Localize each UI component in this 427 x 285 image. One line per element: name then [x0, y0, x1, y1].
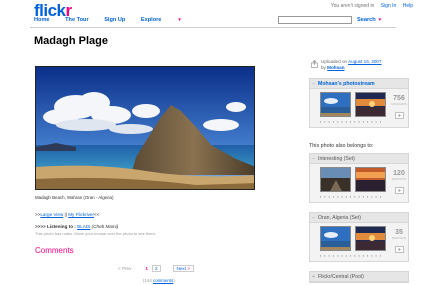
song-link[interactable]: BLADI	[77, 224, 90, 229]
flickr-photo-page: flickr You aren't signed in Sign In Help…	[0, 0, 427, 285]
pool-title[interactable]: Flickr/Central (Pool)	[318, 274, 364, 280]
thumbnail-image	[356, 93, 385, 116]
count-number: 35	[395, 229, 403, 236]
count-unit: UPLOADS	[391, 102, 407, 106]
chevron-right-icon: >	[187, 266, 190, 271]
main-nav: Home The Tour Sign Up Explore ▼	[34, 17, 210, 23]
thumbnail-image	[356, 168, 385, 191]
belongs-heading: This photo also belongs to:	[309, 143, 374, 149]
chevron-down-icon: ▼	[177, 17, 182, 22]
prev-page: < Prev	[118, 266, 132, 271]
panel-header[interactable]: − Mohsan's photostream	[310, 79, 408, 89]
photo-caption: Madagh Beach, Wahran (Oran - Algeria)	[35, 195, 114, 200]
pool-panel-flickr-central: + Flickr/Central (Pool)	[309, 271, 409, 283]
thumbnail-image	[321, 227, 350, 250]
chevron-down-icon: ▼	[377, 17, 383, 22]
panel-header[interactable]: − Interesting (Set)	[310, 154, 408, 164]
next-label: Next	[176, 266, 186, 271]
uploaded-prefix: Uploaded on	[321, 59, 349, 64]
comments-heading: Comments	[35, 246, 74, 255]
count-number: 756	[393, 95, 405, 102]
signed-out-text: You aren't signed in	[330, 3, 375, 9]
comment-count: (144 comments)	[143, 278, 175, 283]
panel-body: ▪ ▪ ▪ ▪ ▪ ▪ ▪ ▪ ▪ ▪ ▪ ▪ ▪ ▪ ▪ 120 PHOTOS	[310, 164, 408, 202]
comments-link[interactable]: comments	[153, 278, 173, 283]
thumbnail-prev[interactable]	[320, 167, 351, 192]
photostream-panel: − Mohsan's photostream ▪ ▪ ▪ ▪ ▪ ▪ ▪ ▪ ▪ …	[309, 78, 409, 128]
panel-header[interactable]: − Oran, Algeria (Set)	[310, 213, 408, 223]
upload-info: Uploaded on August 16, 2007 by Mohsan	[310, 59, 382, 71]
search-button[interactable]: Search ▼	[357, 17, 382, 23]
photo-title: Madagh Plage	[34, 35, 108, 47]
set-count: 120 PHOTOS	[390, 170, 408, 199]
uploader-link[interactable]: Mohsan	[327, 65, 344, 70]
sign-in-link[interactable]: Sign In	[381, 3, 397, 9]
nav-the-tour[interactable]: The Tour	[65, 17, 89, 23]
set-count: 35 PHOTOS	[390, 229, 408, 258]
my-flickriver-link[interactable]: My Flickriver	[68, 212, 94, 217]
count-unit: PHOTOS	[392, 236, 406, 240]
artist-name: (Cheb Mami)	[90, 224, 119, 229]
count-prefix: (144	[143, 278, 154, 283]
listening-line: >>>> Listening to : BLADI (Cheb Mami)	[35, 224, 118, 229]
photostream-count: 756 UPLOADS	[390, 95, 408, 124]
thumbnail-next[interactable]	[355, 167, 386, 192]
help-link[interactable]: Help	[403, 3, 413, 9]
slideshow-icon[interactable]	[394, 187, 404, 194]
thumbnail-next[interactable]	[355, 92, 386, 117]
count-suffix: )	[173, 278, 175, 283]
panel-body: ▪ ▪ ▪ ▪ ▪ ▪ ▪ ▪ ▪ ▪ ▪ ▪ ▪ ▪ ▪ 35 PHOTOS	[310, 223, 408, 261]
count-number: 120	[393, 170, 405, 177]
comments-pager: < Prev 1 2 Next >	[118, 265, 194, 272]
nav-sign-up[interactable]: Sign Up	[104, 17, 125, 23]
photostream-title[interactable]: Mohsan's photostream	[318, 81, 375, 87]
set-panel-oran: − Oran, Algeria (Set) ▪ ▪ ▪ ▪ ▪ ▪ ▪ ▪ ▪ ▪…	[309, 212, 409, 262]
header-divider	[30, 27, 396, 28]
thumbnail-image	[321, 93, 350, 116]
thumbnail-prev[interactable]	[320, 226, 351, 251]
thumbnail-prev[interactable]	[320, 92, 351, 117]
count-unit: PHOTOS	[392, 177, 406, 181]
upload-date-link[interactable]: August 16, 2007	[348, 59, 381, 64]
slideshow-icon[interactable]	[394, 246, 404, 253]
set-position-dots: ▪ ▪ ▪ ▪ ▪ ▪ ▪ ▪ ▪ ▪ ▪ ▪ ▪ ▪ ▪	[320, 195, 383, 199]
set-panel-interesting: − Interesting (Set) ▪ ▪ ▪ ▪ ▪ ▪ ▪ ▪ ▪ ▪ ▪…	[309, 153, 409, 203]
photo-links: >>Large View || My Flickriver<<	[35, 212, 99, 217]
nav-home[interactable]: Home	[34, 17, 50, 23]
stream-position-dots: ▪ ▪ ▪ ▪ ▪ ▪ ▪ ▪ ▪ ▪ ▪ ▪ ▪ ▪ ▪	[320, 120, 383, 124]
page-2-link[interactable]: 2	[151, 265, 161, 272]
user-bar: You aren't signed in Sign In Help	[331, 3, 413, 9]
beach-photo-image	[36, 67, 254, 189]
nav-explore[interactable]: Explore ▼	[141, 17, 196, 23]
search-input[interactable]	[278, 16, 352, 24]
large-view-link[interactable]: Large View	[40, 212, 63, 217]
search-button-label: Search	[357, 17, 376, 23]
thumbnail-next[interactable]	[355, 226, 386, 251]
thumbnail-image	[321, 168, 350, 191]
panel-body: ▪ ▪ ▪ ▪ ▪ ▪ ▪ ▪ ▪ ▪ ▪ ▪ ▪ ▪ ▪ 756 UPLOAD…	[310, 89, 408, 127]
slideshow-icon[interactable]	[394, 112, 404, 119]
listening-label: >>>> Listening to :	[35, 224, 78, 229]
current-page: 1	[145, 266, 148, 271]
nav-explore-label: Explore	[140, 17, 162, 23]
notes-hint: This photo has notes. Move your mouse ov…	[35, 231, 156, 236]
main-photo[interactable]	[35, 66, 255, 190]
next-page-button[interactable]: Next >	[172, 265, 194, 272]
thumbnail-image	[356, 227, 385, 250]
set-position-dots: ▪ ▪ ▪ ▪ ▪ ▪ ▪ ▪ ▪ ▪ ▪ ▪ ▪ ▪ ▪	[320, 254, 383, 258]
links-suffix: <<	[94, 212, 100, 217]
set-title[interactable]: Interesting (Set)	[318, 156, 355, 162]
panel-header[interactable]: + Flickr/Central (Pool)	[310, 272, 408, 282]
set-title[interactable]: Oran, Algeria (Set)	[318, 215, 361, 221]
